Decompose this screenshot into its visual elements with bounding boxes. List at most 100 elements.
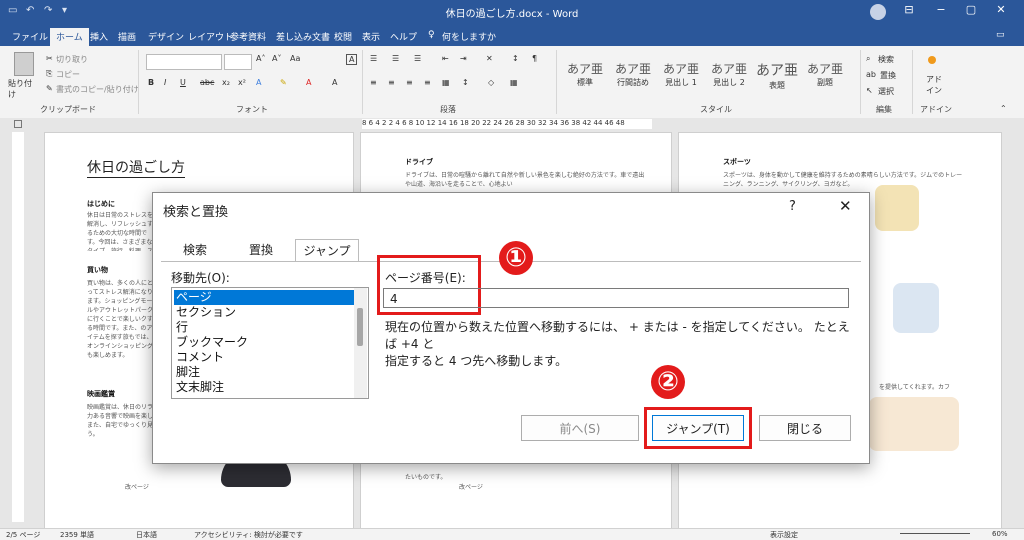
shading-fill-icon[interactable]: ◇ [488, 78, 494, 87]
numbering-icon[interactable]: ☰ [392, 54, 399, 63]
collapse-ribbon-icon[interactable]: ⌃ [1000, 104, 1007, 113]
tab-file[interactable]: ファイル [12, 30, 48, 43]
goto-button[interactable]: ジャンプ(T) [652, 415, 744, 441]
list-item-footnote[interactable]: 脚注 [174, 365, 356, 380]
subscript-icon[interactable]: x₂ [222, 78, 230, 87]
addin-button[interactable]: アド イン [924, 74, 944, 96]
shading-icon[interactable]: A [332, 78, 337, 87]
style-title[interactable]: あア亜 表題 [754, 60, 800, 94]
bold-icon[interactable]: B [148, 78, 154, 87]
find-button[interactable]: 検索 [878, 54, 894, 65]
tab-draw[interactable]: 描画 [118, 30, 136, 43]
page-number-label: ページ番号(E): [385, 271, 466, 285]
divider [556, 50, 557, 114]
tab-review[interactable]: 校閲 [334, 30, 352, 43]
tab-insert[interactable]: 挿入 [90, 30, 108, 43]
zoom-slider[interactable] [900, 533, 970, 534]
line-spacing-icon[interactable]: ↕ [462, 78, 469, 87]
heading-shopping: 買い物 [87, 266, 108, 274]
zoom-level[interactable]: 60% [992, 530, 1008, 538]
step-2-marker: ② [651, 365, 685, 399]
account-avatar[interactable] [870, 4, 886, 20]
highlight-icon[interactable]: ✎ [280, 78, 287, 87]
tab-home[interactable]: ホーム [50, 28, 89, 48]
font-name-select[interactable] [146, 54, 222, 70]
underline-icon[interactable]: U [180, 78, 186, 87]
page-break-marker: 改ページ [459, 484, 483, 491]
shrink-font-icon[interactable]: A˅ [272, 54, 281, 63]
tab-find[interactable]: 検索 [167, 239, 223, 261]
previous-button[interactable]: 前へ(S) [521, 415, 639, 441]
style-normal[interactable]: あア亜 標準 [562, 60, 608, 94]
align-right-icon[interactable]: ≡ [406, 78, 413, 87]
page-number-input[interactable]: 4 [383, 288, 849, 308]
decrease-indent-icon[interactable]: ⇤ [442, 54, 449, 63]
list-item-page[interactable]: ページ [174, 290, 356, 305]
grow-font-icon[interactable]: A˄ [256, 54, 265, 63]
replace-button[interactable]: 置換 [880, 70, 896, 81]
multilevel-list-icon[interactable]: ☰ [414, 54, 421, 63]
style-heading-2[interactable]: あア亜 見出し 2 [706, 60, 752, 94]
list-item-bookmark[interactable]: ブックマーク [174, 335, 356, 350]
list-item-comment[interactable]: コメント [174, 350, 356, 365]
find-icon: ⌕ [866, 54, 871, 63]
font-color-icon[interactable]: A [306, 78, 311, 87]
italic-icon[interactable]: I [164, 78, 166, 87]
show-marks-icon[interactable]: ¶ [532, 54, 537, 63]
minimize-button[interactable]: − [930, 3, 952, 16]
horizontal-ruler[interactable]: 8 6 4 2 2 4 6 8 10 12 14 16 18 20 22 24 … [362, 119, 652, 129]
tab-selector-icon[interactable] [14, 120, 22, 128]
tab-view[interactable]: 表示 [362, 30, 380, 43]
ribbon-display-icon[interactable]: ⊟ [898, 3, 920, 16]
justify-icon[interactable]: ≡ [424, 78, 431, 87]
close-window-button[interactable]: ✕ [990, 3, 1012, 16]
close-button[interactable]: 閉じる [759, 415, 851, 441]
tab-references[interactable]: 参考資料 [230, 30, 266, 43]
tab-goto[interactable]: ジャンプ [295, 239, 359, 262]
list-item-line[interactable]: 行 [174, 320, 356, 335]
change-case-icon[interactable]: Aa [290, 54, 300, 63]
borders-icon[interactable]: ▦ [510, 78, 518, 87]
tell-me-search[interactable]: 何をしますか [442, 30, 496, 43]
distributed-icon[interactable]: ▦ [442, 78, 450, 87]
style-subtitle[interactable]: あア亜 副題 [802, 60, 848, 94]
asian-layout-icon[interactable]: ✕ [486, 54, 493, 63]
restore-button[interactable]: ▢ [960, 3, 982, 16]
cut-button[interactable]: 切り取り [56, 54, 88, 65]
scrollbar-thumb[interactable] [357, 308, 363, 346]
superscript-icon[interactable]: x² [238, 78, 246, 87]
increase-indent-icon[interactable]: ⇥ [460, 54, 467, 63]
font-size-select[interactable] [224, 54, 252, 70]
scissors-icon: ✂ [46, 54, 53, 63]
list-item-section[interactable]: セクション [174, 305, 356, 320]
list-scrollbar[interactable] [354, 288, 367, 398]
align-center-icon[interactable]: ≡ [388, 78, 395, 87]
style-heading-1[interactable]: あア亜 見出し 1 [658, 60, 704, 94]
paste-button[interactable]: 貼り付け [8, 52, 38, 99]
help-button[interactable]: ? [789, 199, 796, 214]
sort-icon[interactable]: ↕ [512, 54, 519, 63]
goto-what-list[interactable]: ページ セクション 行 ブックマーク コメント 脚注 文末脚注 [171, 287, 369, 399]
paragraph-group-label: 段落 [440, 105, 456, 114]
copy-button[interactable]: コピー [56, 69, 80, 80]
bullets-icon[interactable]: ☰ [370, 54, 377, 63]
tab-layout[interactable]: レイアウト [188, 30, 233, 43]
tab-replace[interactable]: 置換 [233, 239, 289, 261]
heading-movies: 映画鑑賞 [87, 390, 115, 398]
dialog-close-button[interactable]: ✕ [839, 197, 852, 215]
ribbon: 貼り付け ✂ 切り取り ⎘ コピー ✎ 書式のコピー/貼り付け クリップボード … [0, 46, 1024, 119]
strikethrough-icon[interactable]: abc [200, 78, 214, 87]
tab-mailings[interactable]: 差し込み文書 [276, 30, 330, 43]
align-left-icon[interactable]: ≡ [370, 78, 377, 87]
character-border-icon[interactable]: A [346, 54, 358, 65]
copy-icon: ⎘ [46, 69, 53, 78]
text-effects-icon[interactable]: A [256, 78, 261, 87]
style-no-spacing[interactable]: あア亜 行間詰め [610, 60, 656, 94]
tab-design[interactable]: デザイン [148, 30, 184, 43]
select-button[interactable]: 選択 [878, 86, 894, 97]
tab-help[interactable]: ヘルプ [390, 30, 417, 43]
lightbulb-icon: ♀ [428, 30, 435, 40]
list-item-endnote[interactable]: 文末脚注 [174, 380, 356, 395]
comments-icon[interactable]: ▭ [996, 30, 1005, 40]
format-painter-button[interactable]: 書式のコピー/貼り付け [56, 84, 139, 95]
